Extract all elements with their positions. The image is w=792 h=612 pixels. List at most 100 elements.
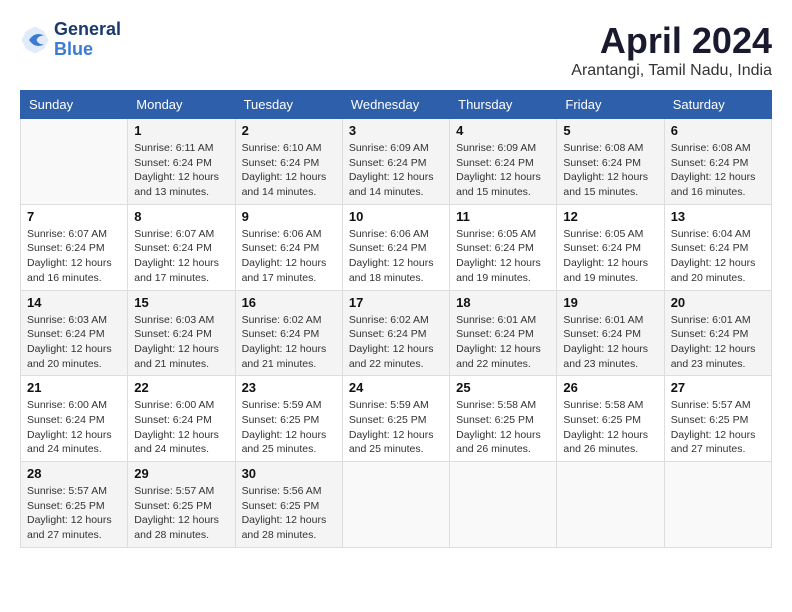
day-number: 1 (134, 123, 228, 138)
calendar-cell: 22 Sunrise: 6:00 AMSunset: 6:24 PMDaylig… (128, 376, 235, 462)
day-info: Sunrise: 6:08 AMSunset: 6:24 PMDaylight:… (671, 141, 765, 200)
day-number: 30 (242, 466, 336, 481)
day-number: 12 (563, 209, 657, 224)
day-info: Sunrise: 5:57 AMSunset: 6:25 PMDaylight:… (671, 398, 765, 457)
calendar-week-2: 7 Sunrise: 6:07 AMSunset: 6:24 PMDayligh… (21, 204, 772, 290)
day-number: 9 (242, 209, 336, 224)
calendar-cell: 15 Sunrise: 6:03 AMSunset: 6:24 PMDaylig… (128, 290, 235, 376)
calendar-cell: 19 Sunrise: 6:01 AMSunset: 6:24 PMDaylig… (557, 290, 664, 376)
day-info: Sunrise: 6:10 AMSunset: 6:24 PMDaylight:… (242, 141, 336, 200)
column-header-thursday: Thursday (450, 91, 557, 119)
day-number: 29 (134, 466, 228, 481)
day-number: 13 (671, 209, 765, 224)
calendar-cell: 4 Sunrise: 6:09 AMSunset: 6:24 PMDayligh… (450, 119, 557, 205)
logo-text: General Blue (54, 20, 121, 60)
calendar-week-3: 14 Sunrise: 6:03 AMSunset: 6:24 PMDaylig… (21, 290, 772, 376)
day-info: Sunrise: 6:01 AMSunset: 6:24 PMDaylight:… (671, 313, 765, 372)
page-header: General Blue April 2024 Arantangi, Tamil… (20, 20, 772, 80)
calendar-cell: 2 Sunrise: 6:10 AMSunset: 6:24 PMDayligh… (235, 119, 342, 205)
day-info: Sunrise: 6:08 AMSunset: 6:24 PMDaylight:… (563, 141, 657, 200)
day-info: Sunrise: 6:00 AMSunset: 6:24 PMDaylight:… (27, 398, 121, 457)
day-number: 15 (134, 295, 228, 310)
calendar-header-row: SundayMondayTuesdayWednesdayThursdayFrid… (21, 91, 772, 119)
day-number: 16 (242, 295, 336, 310)
day-number: 4 (456, 123, 550, 138)
calendar-cell: 28 Sunrise: 5:57 AMSunset: 6:25 PMDaylig… (21, 462, 128, 548)
day-info: Sunrise: 6:06 AMSunset: 6:24 PMDaylight:… (242, 227, 336, 286)
calendar-cell: 17 Sunrise: 6:02 AMSunset: 6:24 PMDaylig… (342, 290, 449, 376)
day-number: 21 (27, 380, 121, 395)
calendar-cell: 18 Sunrise: 6:01 AMSunset: 6:24 PMDaylig… (450, 290, 557, 376)
day-info: Sunrise: 6:03 AMSunset: 6:24 PMDaylight:… (134, 313, 228, 372)
day-info: Sunrise: 6:06 AMSunset: 6:24 PMDaylight:… (349, 227, 443, 286)
calendar-cell: 9 Sunrise: 6:06 AMSunset: 6:24 PMDayligh… (235, 204, 342, 290)
day-info: Sunrise: 6:05 AMSunset: 6:24 PMDaylight:… (456, 227, 550, 286)
calendar-week-4: 21 Sunrise: 6:00 AMSunset: 6:24 PMDaylig… (21, 376, 772, 462)
day-number: 11 (456, 209, 550, 224)
calendar-cell: 8 Sunrise: 6:07 AMSunset: 6:24 PMDayligh… (128, 204, 235, 290)
calendar-cell: 25 Sunrise: 5:58 AMSunset: 6:25 PMDaylig… (450, 376, 557, 462)
day-number: 8 (134, 209, 228, 224)
logo-line2: Blue (54, 40, 121, 60)
day-number: 25 (456, 380, 550, 395)
day-number: 28 (27, 466, 121, 481)
day-info: Sunrise: 6:04 AMSunset: 6:24 PMDaylight:… (671, 227, 765, 286)
day-info: Sunrise: 5:56 AMSunset: 6:25 PMDaylight:… (242, 484, 336, 543)
column-header-sunday: Sunday (21, 91, 128, 119)
day-info: Sunrise: 6:09 AMSunset: 6:24 PMDaylight:… (349, 141, 443, 200)
day-number: 24 (349, 380, 443, 395)
day-number: 19 (563, 295, 657, 310)
day-number: 23 (242, 380, 336, 395)
column-header-friday: Friday (557, 91, 664, 119)
calendar-cell (450, 462, 557, 548)
calendar-cell: 23 Sunrise: 5:59 AMSunset: 6:25 PMDaylig… (235, 376, 342, 462)
day-info: Sunrise: 6:02 AMSunset: 6:24 PMDaylight:… (349, 313, 443, 372)
day-info: Sunrise: 6:07 AMSunset: 6:24 PMDaylight:… (27, 227, 121, 286)
calendar-cell: 12 Sunrise: 6:05 AMSunset: 6:24 PMDaylig… (557, 204, 664, 290)
calendar-cell: 3 Sunrise: 6:09 AMSunset: 6:24 PMDayligh… (342, 119, 449, 205)
calendar-cell: 11 Sunrise: 6:05 AMSunset: 6:24 PMDaylig… (450, 204, 557, 290)
calendar-cell: 29 Sunrise: 5:57 AMSunset: 6:25 PMDaylig… (128, 462, 235, 548)
calendar-cell (342, 462, 449, 548)
day-info: Sunrise: 6:05 AMSunset: 6:24 PMDaylight:… (563, 227, 657, 286)
calendar-cell: 24 Sunrise: 5:59 AMSunset: 6:25 PMDaylig… (342, 376, 449, 462)
column-header-tuesday: Tuesday (235, 91, 342, 119)
day-info: Sunrise: 5:59 AMSunset: 6:25 PMDaylight:… (349, 398, 443, 457)
day-number: 14 (27, 295, 121, 310)
column-header-saturday: Saturday (664, 91, 771, 119)
day-number: 18 (456, 295, 550, 310)
day-info: Sunrise: 6:01 AMSunset: 6:24 PMDaylight:… (563, 313, 657, 372)
calendar-cell: 7 Sunrise: 6:07 AMSunset: 6:24 PMDayligh… (21, 204, 128, 290)
calendar-cell (21, 119, 128, 205)
day-number: 5 (563, 123, 657, 138)
calendar-cell: 20 Sunrise: 6:01 AMSunset: 6:24 PMDaylig… (664, 290, 771, 376)
day-number: 2 (242, 123, 336, 138)
day-info: Sunrise: 5:57 AMSunset: 6:25 PMDaylight:… (134, 484, 228, 543)
calendar-cell: 14 Sunrise: 6:03 AMSunset: 6:24 PMDaylig… (21, 290, 128, 376)
calendar-cell: 6 Sunrise: 6:08 AMSunset: 6:24 PMDayligh… (664, 119, 771, 205)
calendar-cell (557, 462, 664, 548)
day-info: Sunrise: 6:11 AMSunset: 6:24 PMDaylight:… (134, 141, 228, 200)
day-info: Sunrise: 6:02 AMSunset: 6:24 PMDaylight:… (242, 313, 336, 372)
logo-icon (20, 25, 50, 55)
day-number: 7 (27, 209, 121, 224)
calendar-cell: 5 Sunrise: 6:08 AMSunset: 6:24 PMDayligh… (557, 119, 664, 205)
calendar-cell: 1 Sunrise: 6:11 AMSunset: 6:24 PMDayligh… (128, 119, 235, 205)
calendar-week-5: 28 Sunrise: 5:57 AMSunset: 6:25 PMDaylig… (21, 462, 772, 548)
logo-line1: General (54, 20, 121, 40)
day-number: 26 (563, 380, 657, 395)
column-header-wednesday: Wednesday (342, 91, 449, 119)
calendar-cell: 10 Sunrise: 6:06 AMSunset: 6:24 PMDaylig… (342, 204, 449, 290)
calendar-table: SundayMondayTuesdayWednesdayThursdayFrid… (20, 90, 772, 548)
day-info: Sunrise: 5:58 AMSunset: 6:25 PMDaylight:… (456, 398, 550, 457)
day-info: Sunrise: 6:01 AMSunset: 6:24 PMDaylight:… (456, 313, 550, 372)
calendar-cell: 16 Sunrise: 6:02 AMSunset: 6:24 PMDaylig… (235, 290, 342, 376)
day-number: 3 (349, 123, 443, 138)
calendar-cell: 26 Sunrise: 5:58 AMSunset: 6:25 PMDaylig… (557, 376, 664, 462)
calendar-title: April 2024 (571, 20, 772, 62)
calendar-cell: 27 Sunrise: 5:57 AMSunset: 6:25 PMDaylig… (664, 376, 771, 462)
day-number: 10 (349, 209, 443, 224)
day-number: 17 (349, 295, 443, 310)
calendar-week-1: 1 Sunrise: 6:11 AMSunset: 6:24 PMDayligh… (21, 119, 772, 205)
title-block: April 2024 Arantangi, Tamil Nadu, India (571, 20, 772, 80)
